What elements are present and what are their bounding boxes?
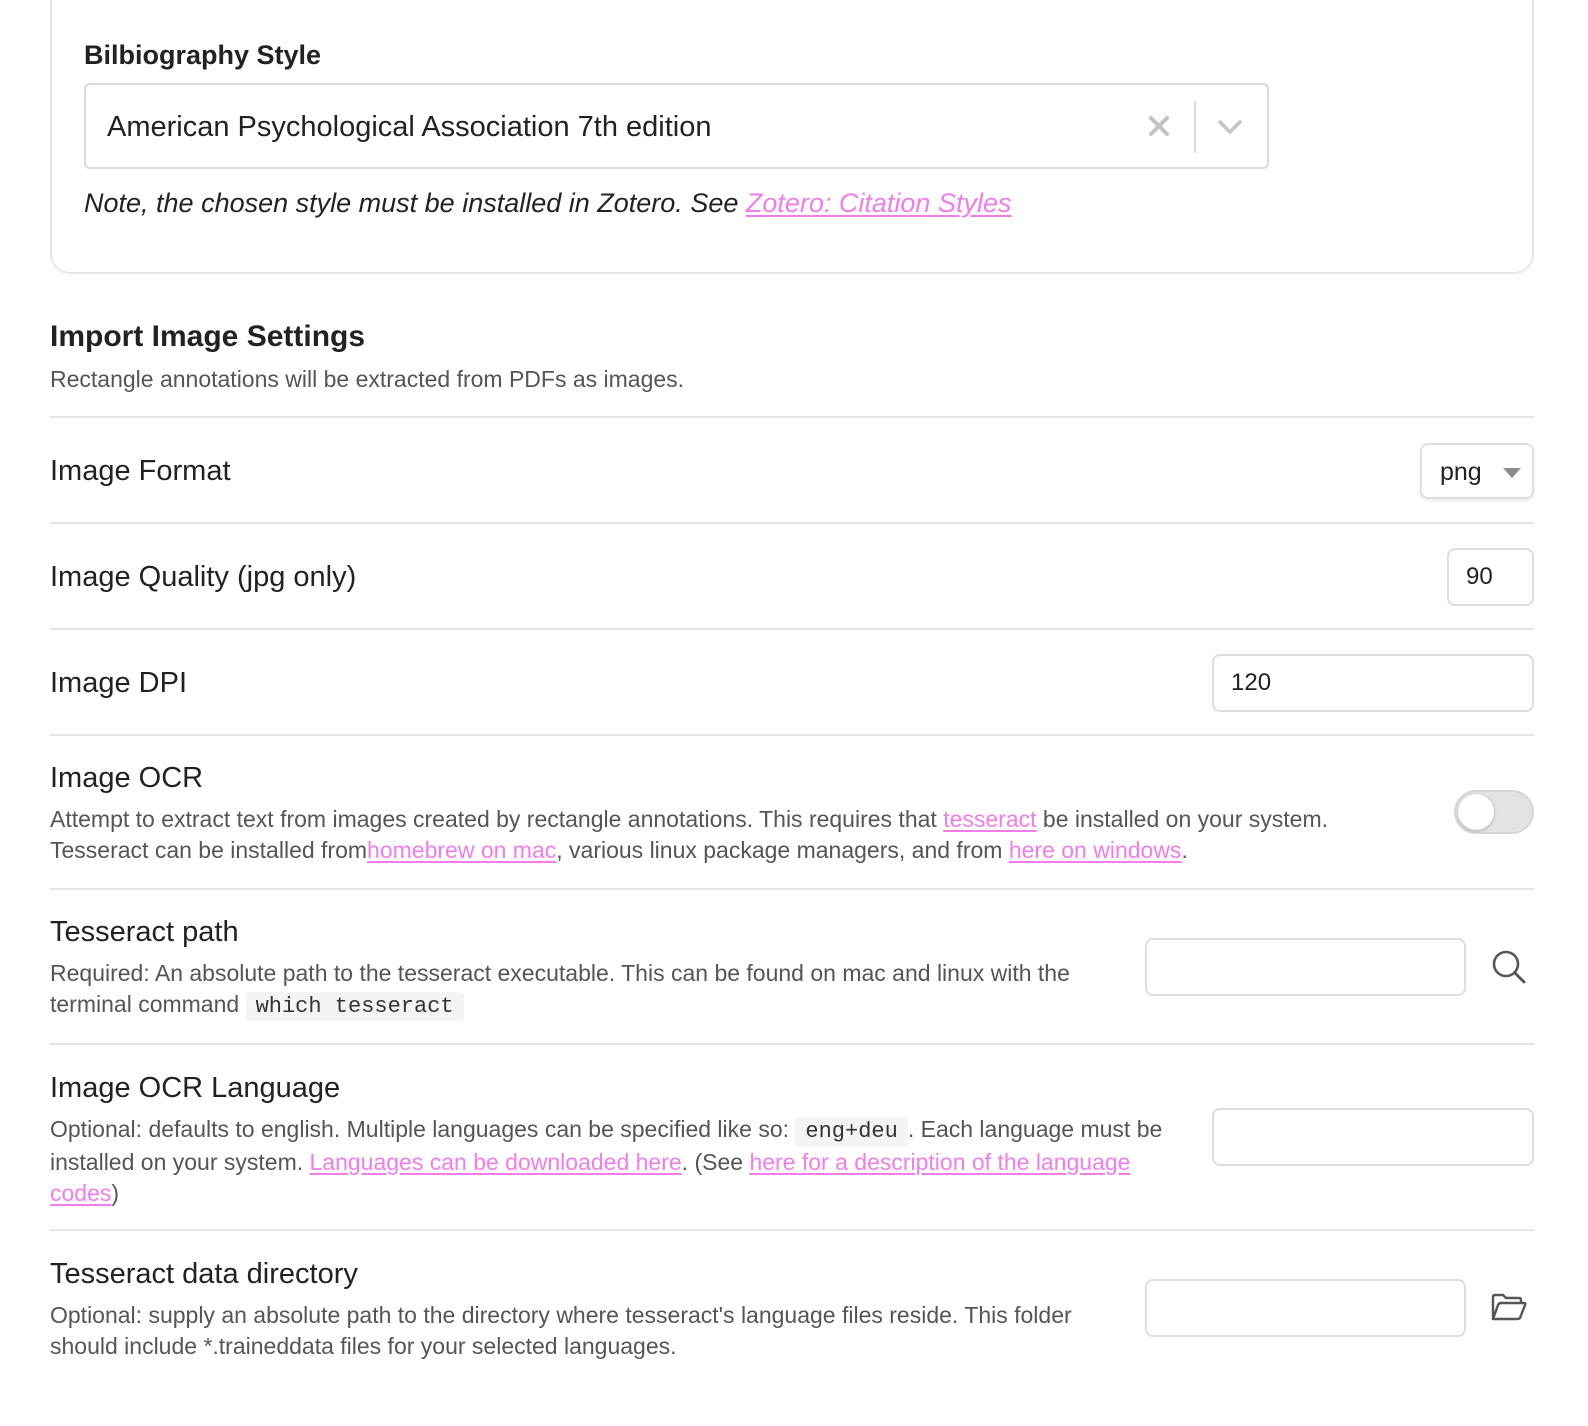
languages-download-link[interactable]: Languages can be downloaded here xyxy=(310,1149,682,1175)
image-ocr-description: Attempt to extract text from images crea… xyxy=(50,804,1410,866)
divider xyxy=(50,888,1534,890)
bibliography-style-label: Bilbiography Style xyxy=(84,40,322,70)
tesseract-data-dir-input[interactable] xyxy=(1145,1279,1466,1337)
tesseract-data-dir-label: Tesseract data directory xyxy=(50,1258,358,1290)
bibliography-card: Bilbiography Style American Psychologica… xyxy=(50,0,1534,274)
tesseract-path-label: Tesseract path xyxy=(50,916,239,948)
divider xyxy=(50,734,1534,736)
windows-link[interactable]: here on windows xyxy=(1009,837,1182,863)
tesseract-path-input[interactable] xyxy=(1145,938,1466,996)
section-title: Import Image Settings xyxy=(50,320,366,353)
image-ocr-label: Image OCR xyxy=(50,762,204,794)
zotero-citation-styles-link[interactable]: Zotero: Citation Styles xyxy=(746,188,1012,218)
bibliography-note: Note, the chosen style must be installed… xyxy=(84,188,1011,219)
desc-text: . (See xyxy=(681,1149,750,1175)
image-ocr-toggle[interactable] xyxy=(1454,790,1534,834)
section-description: Rectangle annotations will be extracted … xyxy=(50,366,685,392)
select-separator xyxy=(1194,101,1196,153)
divider xyxy=(50,1229,1534,1231)
image-quality-input[interactable]: 90 xyxy=(1447,548,1534,606)
desc-text: , various linux package managers, and fr… xyxy=(556,837,1009,863)
desc-text: Optional: defaults to english. Multiple … xyxy=(50,1116,796,1142)
which-tesseract-code: which tesseract xyxy=(245,992,464,1021)
divider xyxy=(50,628,1534,630)
image-dpi-input[interactable]: 120 xyxy=(1212,654,1534,712)
bibliography-style-select[interactable]: American Psychological Association 7th e… xyxy=(84,83,1269,169)
ocr-language-description: Optional: defaults to english. Multiple … xyxy=(50,1114,1185,1209)
desc-text: ) xyxy=(111,1180,120,1206)
toggle-knob xyxy=(1458,794,1494,830)
bibliography-style-value: American Psychological Association 7th e… xyxy=(107,111,712,143)
image-dpi-label: Image DPI xyxy=(50,667,187,699)
divider xyxy=(50,416,1534,418)
desc-text: . xyxy=(1181,837,1188,863)
image-format-label: Image Format xyxy=(50,455,231,487)
divider xyxy=(50,1043,1534,1045)
image-format-dropdown[interactable]: png xyxy=(1420,443,1534,499)
image-format-value: png xyxy=(1440,458,1482,486)
language-example-code: eng+deu xyxy=(795,1117,908,1146)
tesseract-link[interactable]: tesseract xyxy=(943,806,1036,832)
homebrew-link[interactable]: homebrew on mac xyxy=(367,837,556,863)
search-icon[interactable] xyxy=(1489,947,1529,987)
desc-text: Attempt to extract text from images crea… xyxy=(50,806,944,832)
folder-open-icon[interactable] xyxy=(1489,1288,1529,1328)
tesseract-path-description: Required: An absolute path to the tesser… xyxy=(50,958,1100,1022)
note-text: Note, the chosen style must be installed… xyxy=(84,188,746,218)
chevron-down-icon[interactable] xyxy=(1210,107,1250,145)
tesseract-data-dir-description: Optional: supply an absolute path to the… xyxy=(50,1302,1072,1359)
caret-down-icon xyxy=(1503,468,1521,478)
desc-text: Required: An absolute path to the tesser… xyxy=(50,960,1070,1017)
ocr-language-label: Image OCR Language xyxy=(50,1072,341,1104)
ocr-language-input[interactable] xyxy=(1212,1108,1534,1166)
divider xyxy=(50,522,1534,524)
close-icon[interactable] xyxy=(1141,107,1177,145)
image-quality-label: Image Quality (jpg only) xyxy=(50,561,357,593)
